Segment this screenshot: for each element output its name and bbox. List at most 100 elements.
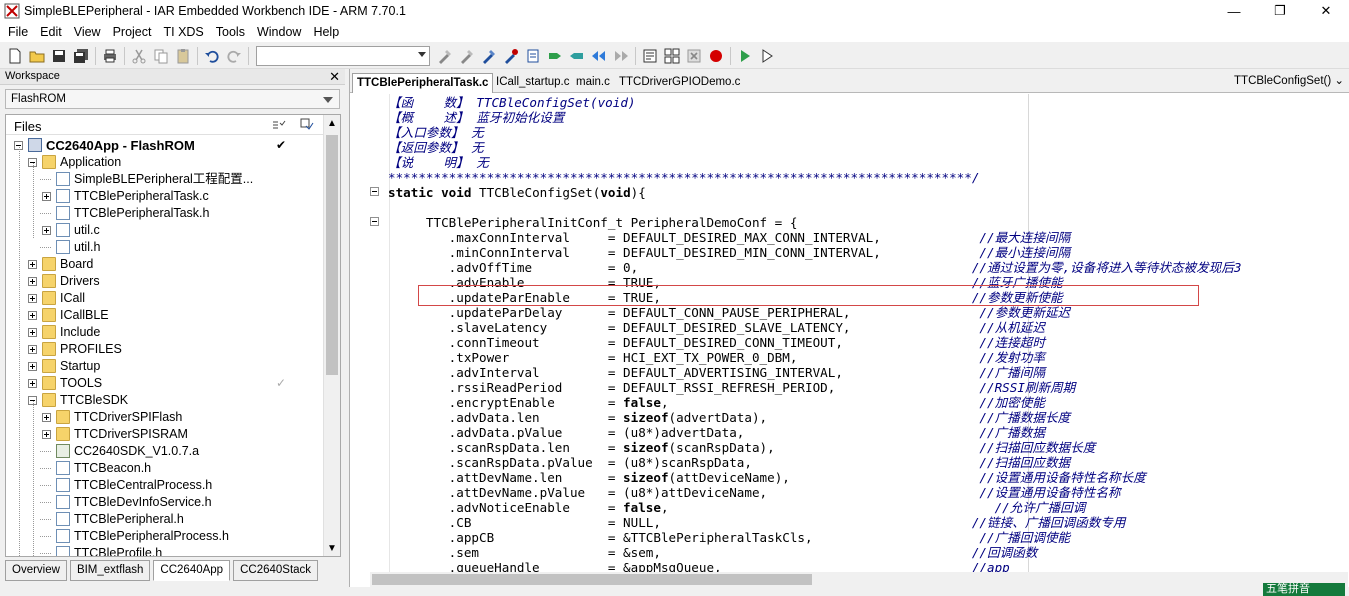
- scroll-thumb[interactable]: [372, 574, 812, 585]
- tree-item[interactable]: TTCBlePeripheralProcess.h: [6, 528, 324, 545]
- menu-project[interactable]: Project: [107, 22, 158, 42]
- tree-item[interactable]: TTCBeacon.h: [6, 460, 324, 477]
- tree-item[interactable]: Include: [6, 324, 324, 341]
- save-icon[interactable]: [48, 45, 70, 67]
- tree-item[interactable]: TTCBlePeripheralTask.c: [6, 188, 324, 205]
- tree-item[interactable]: TTCBleDevInfoService.h: [6, 494, 324, 511]
- expand-icon[interactable]: [42, 430, 51, 439]
- breakpoint-icon[interactable]: [705, 45, 727, 67]
- stop-build-icon[interactable]: [683, 45, 705, 67]
- tab-main-c[interactable]: main.c: [572, 73, 614, 93]
- open-icon[interactable]: [26, 45, 48, 67]
- tree-item[interactable]: TOOLS ✓: [6, 375, 324, 392]
- print-icon[interactable]: [99, 45, 121, 67]
- tab-overview[interactable]: Overview: [5, 560, 67, 581]
- new-file-icon[interactable]: [4, 45, 26, 67]
- chevron-down-icon[interactable]: [323, 97, 333, 103]
- scroll-up-icon[interactable]: ▲: [327, 118, 337, 129]
- undo-icon[interactable]: [201, 45, 223, 67]
- close-icon[interactable]: ✕: [329, 69, 340, 85]
- menu-tools[interactable]: Tools: [210, 22, 251, 42]
- tab-icall-startup-c[interactable]: ICall_startup.c: [492, 73, 574, 93]
- expand-icon[interactable]: [28, 294, 37, 303]
- build-status-icon[interactable]: [300, 118, 314, 132]
- expand-icon[interactable]: [28, 328, 37, 337]
- bookmark-icon[interactable]: [522, 45, 544, 67]
- menu-window[interactable]: Window: [251, 22, 307, 42]
- chevron-down-icon[interactable]: [418, 51, 426, 57]
- tree-item[interactable]: Board: [6, 256, 324, 273]
- tree-item[interactable]: TTCBlePeripheral.h: [6, 511, 324, 528]
- expand-icon[interactable]: [28, 311, 37, 320]
- go-to-icon[interactable]: [500, 45, 522, 67]
- close-icon[interactable]: ✕: [1303, 0, 1349, 22]
- menu-help[interactable]: Help: [307, 22, 345, 42]
- tree-item[interactable]: TTCBleSDK: [6, 392, 324, 409]
- expand-icon[interactable]: [28, 345, 37, 354]
- expand-icon[interactable]: [42, 413, 51, 422]
- tree-item[interactable]: ICallBLE: [6, 307, 324, 324]
- compile-icon[interactable]: [639, 45, 661, 67]
- tree-item[interactable]: util.h: [6, 239, 324, 256]
- tree-item[interactable]: Application: [6, 154, 324, 171]
- expand-icon[interactable]: [28, 277, 37, 286]
- tab-ttcbleperipheraltask-c[interactable]: TTCBlePeripheralTask.c: [352, 73, 494, 93]
- fold-toggle-icon[interactable]: [370, 187, 379, 196]
- tree-item[interactable]: util.c: [6, 222, 324, 239]
- scroll-thumb[interactable]: [326, 135, 338, 375]
- find-prev-icon[interactable]: [478, 45, 500, 67]
- redo-icon[interactable]: [223, 45, 245, 67]
- check-options-icon[interactable]: [272, 118, 286, 132]
- tree-item[interactable]: TTCDriverSPIFlash: [6, 409, 324, 426]
- expand-icon[interactable]: [42, 192, 51, 201]
- expand-icon[interactable]: [28, 260, 37, 269]
- tree-item[interactable]: CC2640App - FlashROM ✔: [6, 137, 324, 154]
- bookmark-prev-icon[interactable]: [566, 45, 588, 67]
- fold-toggle-icon[interactable]: [370, 217, 379, 226]
- tree-item[interactable]: CC2640SDK_V1.0.7.a: [6, 443, 324, 460]
- nav-back-icon[interactable]: [588, 45, 610, 67]
- ime-indicator[interactable]: 五笔拼音: [1263, 583, 1345, 596]
- nav-forward-icon[interactable]: [610, 45, 632, 67]
- menu-ti-xds[interactable]: TI XDS: [157, 22, 209, 42]
- tree-item[interactable]: TTCBlePeripheralTask.h: [6, 205, 324, 222]
- tree-item[interactable]: SimpleBLEPeripheral工程配置...: [6, 171, 324, 188]
- bookmark-next-icon[interactable]: [544, 45, 566, 67]
- paste-icon[interactable]: [172, 45, 194, 67]
- tree-item[interactable]: Startup: [6, 358, 324, 375]
- cut-icon[interactable]: [128, 45, 150, 67]
- expand-icon[interactable]: [42, 226, 51, 235]
- horizontal-scrollbar[interactable]: [370, 572, 1348, 587]
- download-debug-icon[interactable]: [734, 45, 756, 67]
- tree-item[interactable]: Drivers: [6, 273, 324, 290]
- save-all-icon[interactable]: [70, 45, 92, 67]
- tree-item[interactable]: ICall: [6, 290, 324, 307]
- tab-cc2640app[interactable]: CC2640App: [153, 560, 231, 581]
- expand-icon[interactable]: [28, 362, 37, 371]
- find-icon[interactable]: [434, 45, 456, 67]
- expand-icon[interactable]: [28, 379, 37, 388]
- code-token: .encryptEnable =: [388, 395, 624, 410]
- tree-scrollbar[interactable]: ▲ ▼: [323, 115, 340, 556]
- code-area[interactable]: 【函 数】 TTCBleConfigSet(void) 【概 述】 蓝牙初始化设置…: [388, 94, 1343, 572]
- function-navigator[interactable]: TTCBleConfigSet() ⌄: [1234, 73, 1344, 87]
- tab-bim-extflash[interactable]: BIM_extflash: [69, 560, 151, 581]
- menu-edit[interactable]: Edit: [34, 22, 68, 42]
- tree-item[interactable]: TTCBleProfile.h: [6, 545, 324, 556]
- menu-view[interactable]: View: [68, 22, 107, 42]
- copy-icon[interactable]: [150, 45, 172, 67]
- search-combo[interactable]: [256, 45, 430, 66]
- tree-item[interactable]: TTCDriverSPISRAM: [6, 426, 324, 443]
- restore-icon[interactable]: ❐: [1257, 0, 1303, 22]
- tab-cc2640stack[interactable]: CC2640Stack: [233, 560, 319, 581]
- make-icon[interactable]: [661, 45, 683, 67]
- scroll-down-icon[interactable]: ▼: [327, 543, 337, 554]
- configuration-select[interactable]: FlashROM: [5, 89, 340, 109]
- menu-file[interactable]: File: [2, 22, 34, 42]
- tab-ttcdrivergpiodemo-c[interactable]: TTCDriverGPIODemo.c: [615, 73, 744, 93]
- tree-item[interactable]: TTCBleCentralProcess.h: [6, 477, 324, 494]
- minimize-icon[interactable]: —: [1211, 0, 1257, 22]
- find-next-icon[interactable]: [456, 45, 478, 67]
- debug-no-download-icon[interactable]: [756, 45, 778, 67]
- tree-item[interactable]: PROFILES: [6, 341, 324, 358]
